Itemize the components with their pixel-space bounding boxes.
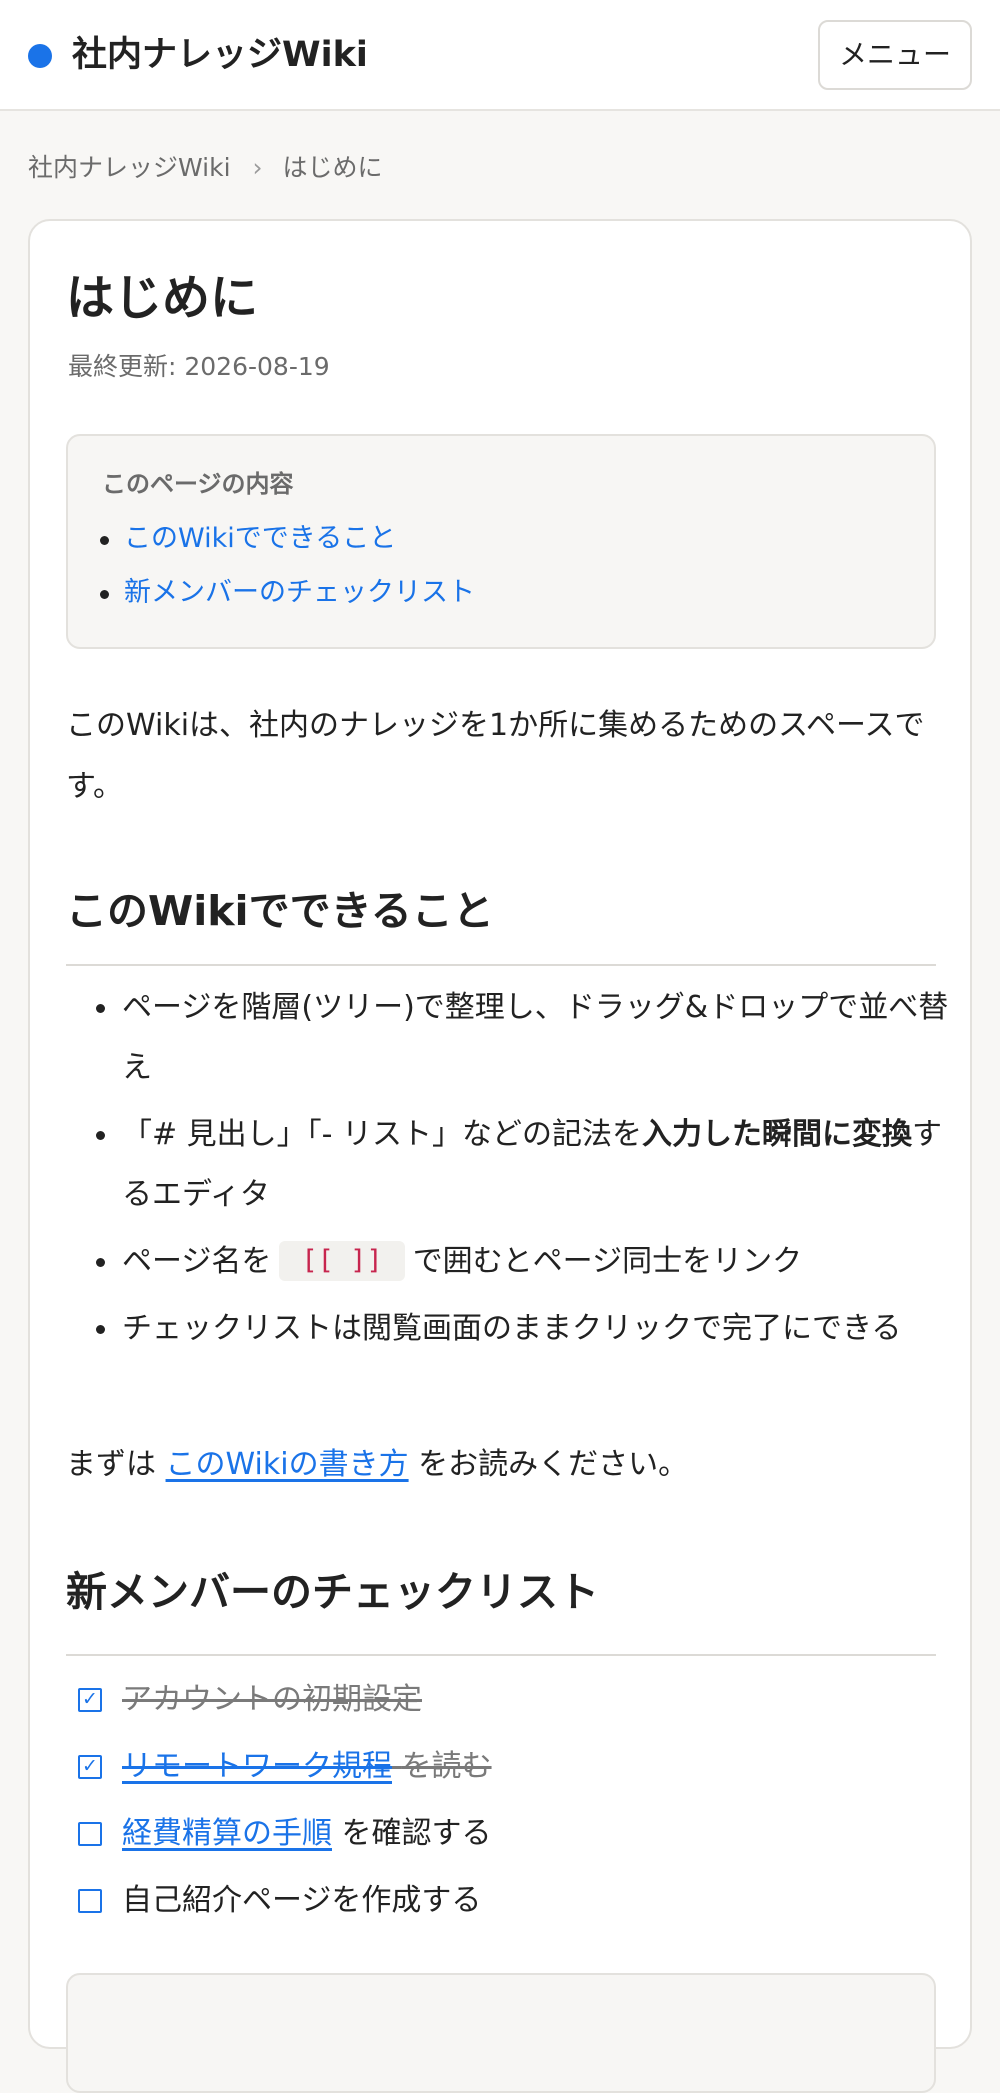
how-to-write-link[interactable]: このWikiの書き方	[166, 1447, 409, 1482]
feature-list: ページを階層(ツリー)で整理し、ドラッグ&ドロップで並べ替え 「# 見出し」「-…	[66, 978, 956, 1426]
read-first-paragraph: まずは このWikiの書き方 をお読みください。	[66, 1435, 688, 1495]
expense-procedure-link[interactable]: 経費精算の手順	[122, 1816, 332, 1851]
bottom-panel	[66, 1973, 936, 2093]
toc-title: このページの内容	[102, 470, 294, 498]
checklist-text: を確認する	[341, 1816, 492, 1851]
feature-emphasis: 入力した瞬間に変換	[642, 1117, 913, 1152]
top-bar: 社内ナレッジWiki メニュー	[0, 0, 1000, 111]
feature-text: 「# 見出し」「- リスト」などの記法を	[122, 1117, 643, 1152]
breadcrumb: 社内ナレッジWiki › はじめに	[28, 148, 383, 188]
list-item: ページを階層(ツリー)で整理し、ドラッグ&ドロップで並べ替え	[66, 978, 956, 1105]
checkbox-checked-icon[interactable]: ✓	[78, 1755, 102, 1779]
toc-list: このWikiでできること 新メンバーのチェックリスト	[68, 518, 475, 626]
breadcrumb-item-home[interactable]: 社内ナレッジWiki	[28, 153, 231, 182]
feature-text: ページを階層(ツリー)で整理し、ドラッグ&ドロップで並べ替え	[122, 990, 949, 1085]
toc-item: このWikiでできること	[68, 518, 475, 572]
toc-link-can-do[interactable]: このWikiでできること	[124, 523, 396, 554]
section-heading-checklist: 新メンバーのチェックリスト	[66, 1562, 936, 1656]
breadcrumb-item-current: はじめに	[282, 153, 383, 182]
breadcrumb-separator: ›	[252, 153, 263, 182]
last-updated: 最終更新: 2026-08-19	[68, 352, 330, 381]
app-title[interactable]: 社内ナレッジWiki	[72, 30, 368, 80]
menu-button[interactable]: メニュー	[818, 20, 972, 90]
logo-dot-icon	[28, 44, 52, 68]
checklist-item: ✓ アカウントの初期設定	[66, 1672, 492, 1739]
read-first-text: まずは	[66, 1447, 156, 1482]
checkbox-unchecked-icon[interactable]	[78, 1822, 102, 1846]
page-title: はじめに	[66, 270, 259, 326]
list-item: 「# 見出し」「- リスト」などの記法を入力した瞬間に変換するエディタ	[66, 1105, 956, 1232]
checklist-text: アカウントの初期設定	[122, 1682, 422, 1717]
checklist: ✓ アカウントの初期設定 ✓ リモートワーク規程 を読む 経費精算の手順 を確認…	[66, 1672, 492, 1940]
checkbox-unchecked-icon[interactable]	[78, 1889, 102, 1913]
checklist-item: 経費精算の手順 を確認する	[66, 1806, 492, 1873]
section-heading-can-do: このWikiでできること	[66, 881, 936, 966]
checklist-item: ✓ リモートワーク規程 を読む	[66, 1739, 492, 1806]
checklist-text: 自己紹介ページを作成する	[122, 1883, 482, 1918]
remote-work-policy-link[interactable]: リモートワーク規程	[122, 1749, 392, 1784]
toc-item: 新メンバーのチェックリスト	[68, 572, 475, 626]
checklist-item: 自己紹介ページを作成する	[66, 1873, 492, 1940]
feature-text: ページ名を	[122, 1244, 272, 1279]
page-card: はじめに 最終更新: 2026-08-19 このページの内容 このWikiででき…	[28, 219, 972, 2093]
checkbox-checked-icon[interactable]: ✓	[78, 1688, 102, 1712]
feature-text: で囲むとページ同士をリンク	[412, 1244, 803, 1279]
inline-code: [[ ]]	[279, 1241, 405, 1281]
list-item: ページ名を[[ ]] で囲むとページ同士をリンク	[66, 1232, 956, 1299]
toc-link-checklist[interactable]: 新メンバーのチェックリスト	[124, 577, 475, 608]
intro-paragraph: このWikiは、社内のナレッジを1か所に集めるためのスペースです。	[66, 708, 925, 804]
checklist-text: を読む	[401, 1749, 492, 1784]
list-item: チェックリストは閲覧画面のままクリックで完了にできる	[66, 1299, 956, 1426]
read-first-text: をお読みください。	[418, 1447, 689, 1482]
table-of-contents: このページの内容 このWikiでできること 新メンバーのチェックリスト	[66, 434, 936, 649]
feature-text: チェックリストは閲覧画面のままクリックで完了にできる	[122, 1311, 902, 1346]
